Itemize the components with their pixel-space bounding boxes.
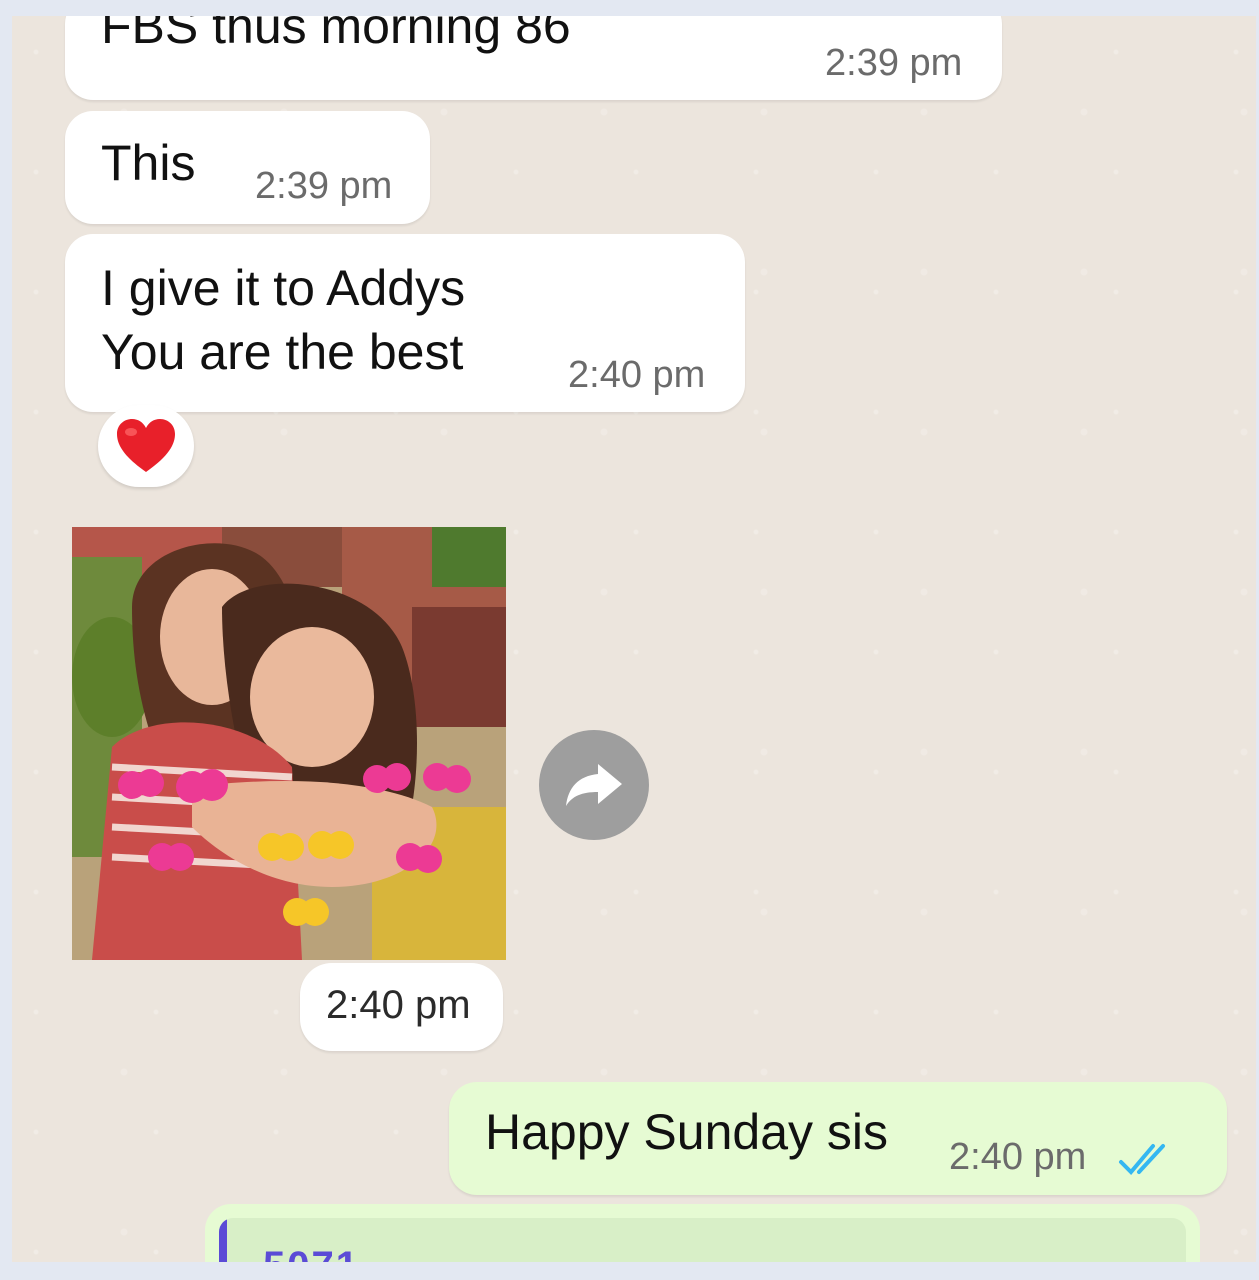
message-time: 2:39 pm <box>255 165 393 207</box>
shared-photo[interactable] <box>72 527 506 960</box>
message-text: I give it to Addys You are the best <box>101 260 466 380</box>
quote-bar <box>219 1218 227 1262</box>
message-time: 2:39 pm <box>825 42 963 84</box>
heart-icon <box>117 419 175 472</box>
image-time-bubble: 2:40 pm <box>300 963 503 1051</box>
outgoing-message-bubble[interactable]: Happy Sunday sis 2:40 pm <box>449 1082 1227 1195</box>
photo-illustration <box>72 527 506 960</box>
double-check-icon <box>1119 1144 1165 1175</box>
forward-icon <box>566 764 622 806</box>
message-text: Happy Sunday sis <box>485 1104 889 1160</box>
message-time: 2:40 pm <box>949 1136 1087 1178</box>
message-text: This <box>101 135 196 191</box>
quote-label: 5071 <box>263 1244 360 1262</box>
message-text: FBS thus morning 86 <box>101 16 571 54</box>
reaction-badge[interactable] <box>98 405 194 487</box>
chat-area[interactable]: FBS thus morning 86 2:39 pm This 2:39 pm… <box>12 16 1256 1262</box>
message-bubble[interactable]: This 2:39 pm <box>65 111 430 224</box>
quote-inner: 5071 <box>219 1218 1186 1262</box>
message-time: 2:40 pm <box>326 983 471 1027</box>
message-bubble[interactable]: FBS thus morning 86 2:39 pm <box>65 16 1002 100</box>
message-bubble[interactable]: I give it to Addys You are the best 2:40… <box>65 234 745 412</box>
message-time: 2:40 pm <box>568 354 706 396</box>
quoted-message-preview[interactable]: 5071 <box>205 1204 1200 1262</box>
forward-button[interactable] <box>539 730 649 840</box>
